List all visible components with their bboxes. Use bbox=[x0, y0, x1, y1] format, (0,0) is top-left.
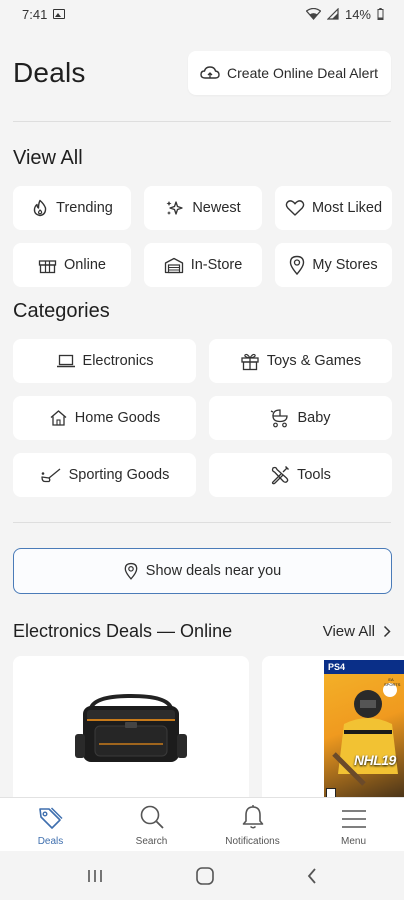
view-all-link[interactable]: View All bbox=[323, 623, 391, 640]
view-all-label: View All bbox=[322, 622, 375, 640]
status-bar: 7:41 14% bbox=[0, 0, 404, 28]
category-sporting-goods[interactable]: Sporting Goods bbox=[13, 453, 196, 497]
chip-label: Most Liked bbox=[311, 200, 383, 216]
chip-label: Online bbox=[64, 257, 106, 273]
menu-icon bbox=[341, 810, 366, 828]
category-baby[interactable]: Baby bbox=[209, 396, 392, 440]
divider bbox=[13, 121, 391, 122]
nhl19-game-cover-image: PS4 EA SPORTS NHL19 bbox=[324, 660, 404, 806]
chip-label: Toys & Games bbox=[266, 353, 362, 369]
nav-search[interactable]: Search bbox=[101, 798, 202, 851]
divider bbox=[13, 522, 391, 523]
chip-label: Baby bbox=[297, 410, 331, 426]
show-deals-near-you-button[interactable]: Show deals near you bbox=[13, 548, 392, 594]
map-pin-icon bbox=[124, 562, 138, 580]
back-icon[interactable] bbox=[306, 867, 318, 885]
nav-label: Deals bbox=[37, 836, 64, 847]
header: Deals Create Online Deal Alert bbox=[13, 50, 391, 96]
publisher-logo: EA SPORTS bbox=[384, 677, 401, 687]
chevron-right-icon bbox=[383, 625, 391, 637]
chip-my-stores[interactable]: My Stores bbox=[275, 243, 392, 287]
nav-label: Search bbox=[135, 836, 168, 847]
electronics-deals-title: Electronics Deals — Online bbox=[13, 620, 233, 641]
nav-label: Notifications bbox=[225, 836, 280, 847]
nav-deals[interactable]: Deals bbox=[0, 798, 101, 851]
cloud-icon bbox=[200, 66, 220, 79]
chip-label: Newest bbox=[192, 200, 241, 216]
category-toys-games[interactable]: Toys & Games bbox=[209, 339, 392, 383]
battery-icon bbox=[377, 8, 384, 20]
alert-button-label: Create Online Deal Alert bbox=[227, 65, 378, 81]
electronics-deals-header: Electronics Deals — Online View All bbox=[13, 618, 391, 644]
chip-trending[interactable]: Trending bbox=[13, 186, 131, 230]
recent-apps-icon[interactable] bbox=[86, 868, 104, 884]
image-notification-icon bbox=[53, 9, 66, 19]
chip-in-store[interactable]: In-Store bbox=[144, 243, 262, 287]
store-icon bbox=[164, 257, 183, 273]
category-electronics[interactable]: Electronics bbox=[13, 339, 196, 383]
signal-icon bbox=[326, 8, 339, 20]
map-pin-icon bbox=[290, 255, 305, 275]
chip-label: Trending bbox=[56, 200, 113, 216]
camera-bag-image bbox=[75, 693, 187, 762]
home-icon bbox=[50, 410, 67, 426]
view-all-title: View All bbox=[13, 147, 83, 169]
chip-label: Electronics bbox=[82, 353, 154, 369]
nav-menu[interactable]: Menu bbox=[303, 798, 404, 851]
chip-label: Sporting Goods bbox=[68, 467, 170, 483]
system-nav-bar bbox=[0, 851, 404, 900]
categories-title: Categories bbox=[13, 300, 110, 322]
status-time: 7:41 bbox=[22, 6, 48, 22]
tools-icon bbox=[271, 466, 290, 485]
golf-club-icon bbox=[40, 468, 61, 483]
wifi-icon bbox=[305, 8, 321, 20]
stroller-icon bbox=[271, 409, 289, 428]
laptop-icon bbox=[56, 354, 75, 368]
home-circle-icon[interactable] bbox=[195, 866, 215, 886]
chip-online[interactable]: Online bbox=[13, 243, 131, 287]
box-icon bbox=[38, 259, 57, 273]
heart-icon bbox=[285, 200, 305, 216]
nav-label: Menu bbox=[340, 836, 366, 847]
near-button-label: Show deals near you bbox=[145, 563, 282, 579]
chip-label: My Stores bbox=[312, 257, 378, 273]
sparkle-icon bbox=[166, 201, 183, 215]
flame-icon bbox=[33, 199, 47, 217]
bell-icon bbox=[242, 805, 263, 829]
battery-percent: 14% bbox=[344, 6, 371, 22]
page-title: Deals bbox=[13, 57, 86, 88]
product-card[interactable]: PS4 EA SPORTS NHL19 bbox=[262, 656, 404, 816]
game-title: NHL19 bbox=[354, 752, 396, 768]
tag-icon bbox=[38, 807, 63, 829]
chip-label: Home Goods bbox=[74, 410, 161, 426]
chip-newest[interactable]: Newest bbox=[144, 186, 262, 230]
chip-most-liked[interactable]: Most Liked bbox=[275, 186, 392, 230]
product-card[interactable] bbox=[13, 656, 249, 816]
gift-icon bbox=[241, 353, 259, 370]
create-deal-alert-button[interactable]: Create Online Deal Alert bbox=[188, 51, 391, 95]
chip-label: Tools bbox=[297, 467, 331, 483]
nav-notifications[interactable]: Notifications bbox=[202, 798, 303, 851]
chip-label: In-Store bbox=[190, 257, 243, 273]
bottom-nav: Deals Search Notifications Menu bbox=[0, 797, 404, 851]
category-tools[interactable]: Tools bbox=[209, 453, 392, 497]
platform-label: PS4 bbox=[328, 662, 346, 672]
search-icon bbox=[140, 805, 164, 829]
category-home-goods[interactable]: Home Goods bbox=[13, 396, 196, 440]
